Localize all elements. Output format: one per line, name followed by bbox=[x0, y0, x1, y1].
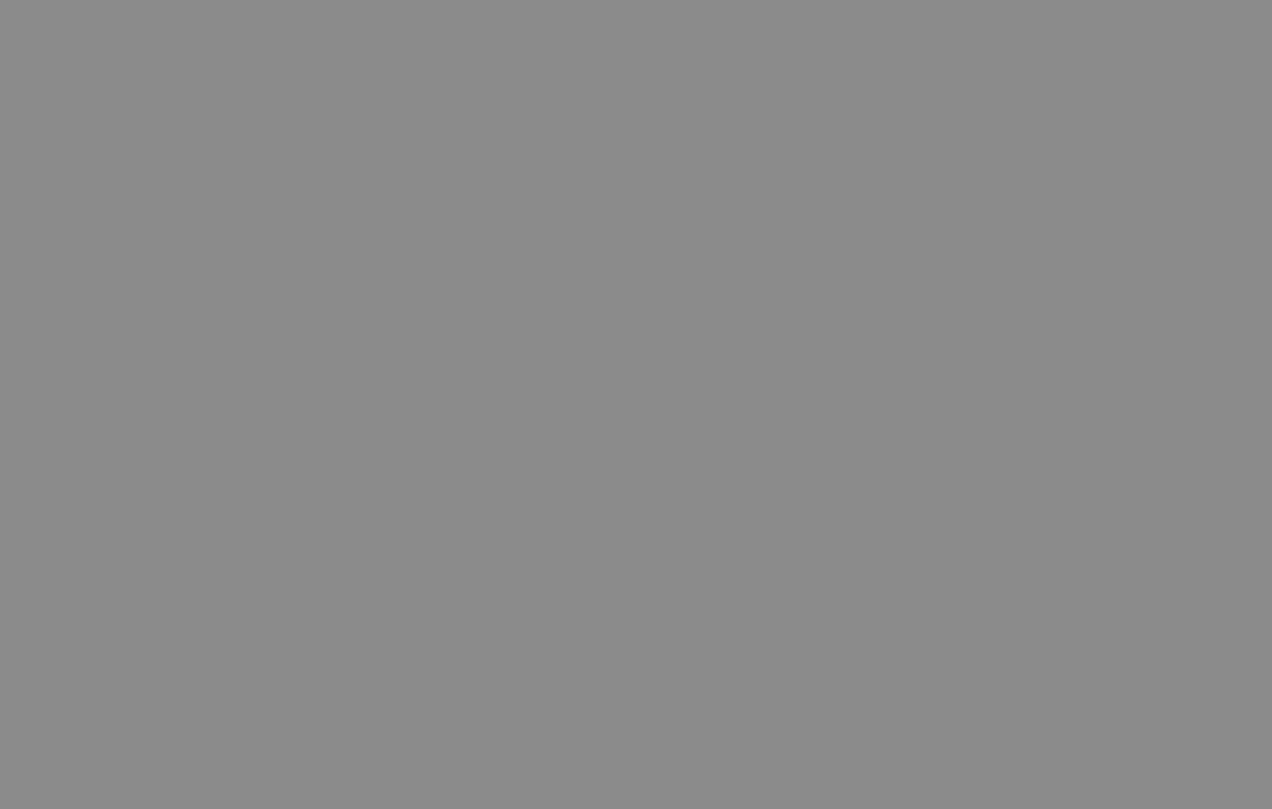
trade-navigator-window bbox=[0, 0, 1272, 809]
oi-panel-labels bbox=[1180, 448, 1194, 464]
chart-canvas[interactable] bbox=[0, 0, 1272, 809]
title-bar bbox=[0, 0, 1272, 30]
